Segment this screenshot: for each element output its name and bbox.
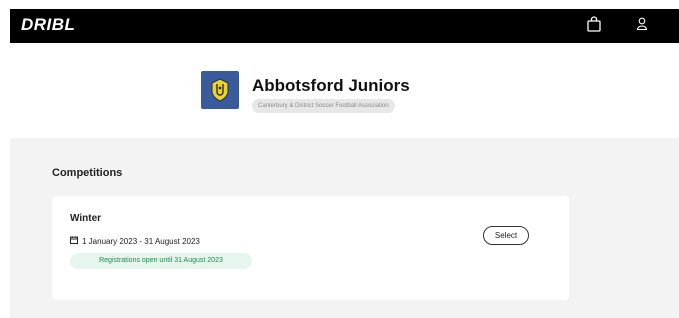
top-navigation-bar: DRIBL	[10, 9, 679, 43]
competition-date-range: 1 January 2023 - 31 August 2023	[82, 236, 200, 246]
competition-name: Winter	[70, 213, 102, 224]
competitions-section: Competitions Winter 1 January 2023 - 31 …	[10, 138, 679, 318]
shopping-bag-button[interactable]	[582, 14, 606, 38]
club-crest-icon	[211, 78, 229, 102]
registration-status-badge: Registrations open until 31 August 2023	[70, 253, 252, 269]
club-header: Abbotsford Juniors Canterbury & District…	[0, 43, 679, 138]
competition-card: Winter 1 January 2023 - 31 August 2023 R…	[52, 196, 569, 300]
competition-dates: 1 January 2023 - 31 August 2023	[70, 236, 200, 246]
club-name: Abbotsford Juniors	[252, 76, 410, 95]
dribl-logo[interactable]: DRIBL	[21, 15, 75, 35]
association-badge: Canterbury & District Soccer Football As…	[252, 99, 395, 113]
section-title: Competitions	[52, 167, 123, 179]
calendar-icon	[70, 236, 78, 246]
user-icon	[636, 17, 648, 36]
user-account-button[interactable]	[630, 14, 654, 38]
select-competition-button[interactable]: Select	[483, 226, 529, 245]
shopping-bag-icon	[587, 15, 601, 37]
club-logo	[201, 71, 239, 109]
